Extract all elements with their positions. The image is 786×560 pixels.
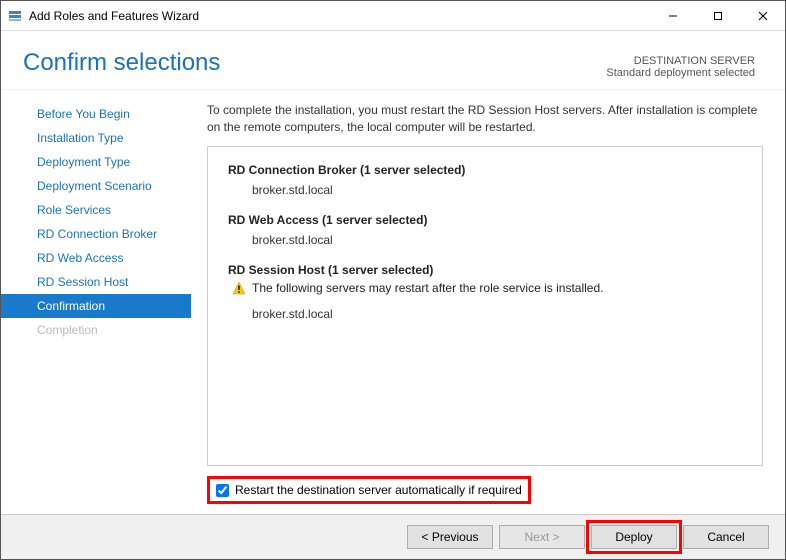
restart-warning-row: The following servers may restart after … — [228, 277, 746, 301]
destination-label: DESTINATION SERVER — [606, 55, 755, 67]
step-completion: Completion — [1, 318, 191, 342]
step-rd-connection-broker[interactable]: RD Connection Broker — [1, 222, 191, 246]
destination-server-block: DESTINATION SERVER Standard deployment s… — [606, 55, 755, 79]
page-title: Confirm selections — [23, 49, 220, 79]
step-rd-session-host[interactable]: RD Session Host — [1, 270, 191, 294]
intro-text: To complete the installation, you must r… — [207, 102, 763, 136]
restart-checkbox[interactable] — [216, 484, 229, 497]
restart-checkbox-row: Restart the destination server automatic… — [207, 476, 531, 504]
step-deployment-type[interactable]: Deployment Type — [1, 150, 191, 174]
step-installation-type[interactable]: Installation Type — [1, 126, 191, 150]
wizard-footer: < Previous Next > Deploy Cancel — [1, 514, 785, 559]
wizard-steps: Before You Begin Installation Type Deplo… — [1, 90, 191, 514]
role-session-host: RD Session Host (1 server selected) — [228, 263, 746, 277]
server-connection-broker: broker.std.local — [228, 177, 746, 209]
deploy-button[interactable]: Deploy — [591, 525, 677, 549]
restart-warning-text: The following servers may restart after … — [252, 281, 603, 295]
server-session-host: broker.std.local — [228, 301, 746, 333]
step-deployment-scenario[interactable]: Deployment Scenario — [1, 174, 191, 198]
window-title: Add Roles and Features Wizard — [29, 9, 650, 23]
step-rd-web-access[interactable]: RD Web Access — [1, 246, 191, 270]
titlebar: Add Roles and Features Wizard — [1, 1, 785, 31]
previous-button[interactable]: < Previous — [407, 525, 493, 549]
wizard-header: Confirm selections DESTINATION SERVER St… — [1, 31, 785, 90]
cancel-button[interactable]: Cancel — [683, 525, 769, 549]
step-before-you-begin[interactable]: Before You Begin — [1, 102, 191, 126]
role-web-access: RD Web Access (1 server selected) — [228, 213, 746, 227]
role-connection-broker: RD Connection Broker (1 server selected) — [228, 163, 746, 177]
wizard-main: To complete the installation, you must r… — [191, 90, 785, 514]
destination-value: Standard deployment selected — [606, 67, 755, 79]
next-button: Next > — [499, 525, 585, 549]
selection-summary-panel: RD Connection Broker (1 server selected)… — [207, 146, 763, 466]
step-confirmation[interactable]: Confirmation — [1, 294, 191, 318]
server-web-access: broker.std.local — [228, 227, 746, 259]
minimize-button[interactable] — [650, 1, 695, 31]
maximize-button[interactable] — [695, 1, 740, 31]
warning-icon — [232, 281, 246, 295]
wizard-body: Before You Begin Installation Type Deplo… — [1, 90, 785, 514]
restart-checkbox-label: Restart the destination server automatic… — [235, 483, 522, 497]
server-manager-icon — [7, 8, 23, 24]
step-role-services[interactable]: Role Services — [1, 198, 191, 222]
close-button[interactable] — [740, 1, 785, 31]
